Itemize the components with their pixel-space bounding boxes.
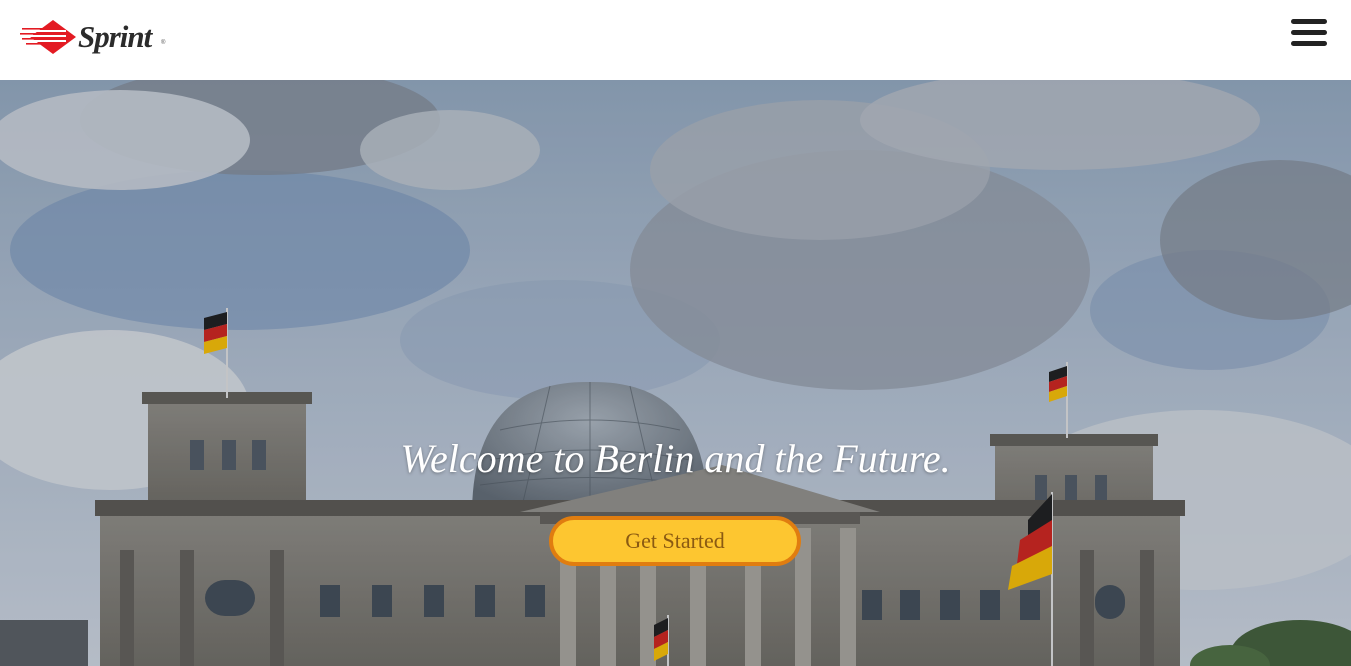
hamburger-menu-button[interactable] xyxy=(1288,17,1330,49)
registered-mark: ® xyxy=(161,40,166,46)
brand-name: Sprint xyxy=(78,19,152,54)
site-header: Sprint ® xyxy=(0,0,1351,80)
hero-title: Welcome to Berlin and the Future. xyxy=(400,436,951,481)
sprint-logo[interactable]: Sprint ® xyxy=(20,16,170,58)
get-started-button[interactable]: Get Started xyxy=(549,516,801,566)
hero-background-image xyxy=(0,80,1351,666)
sprint-diamond-logo-icon xyxy=(20,20,76,54)
hero-section: Welcome to Berlin and the Future. Get St… xyxy=(0,80,1351,666)
